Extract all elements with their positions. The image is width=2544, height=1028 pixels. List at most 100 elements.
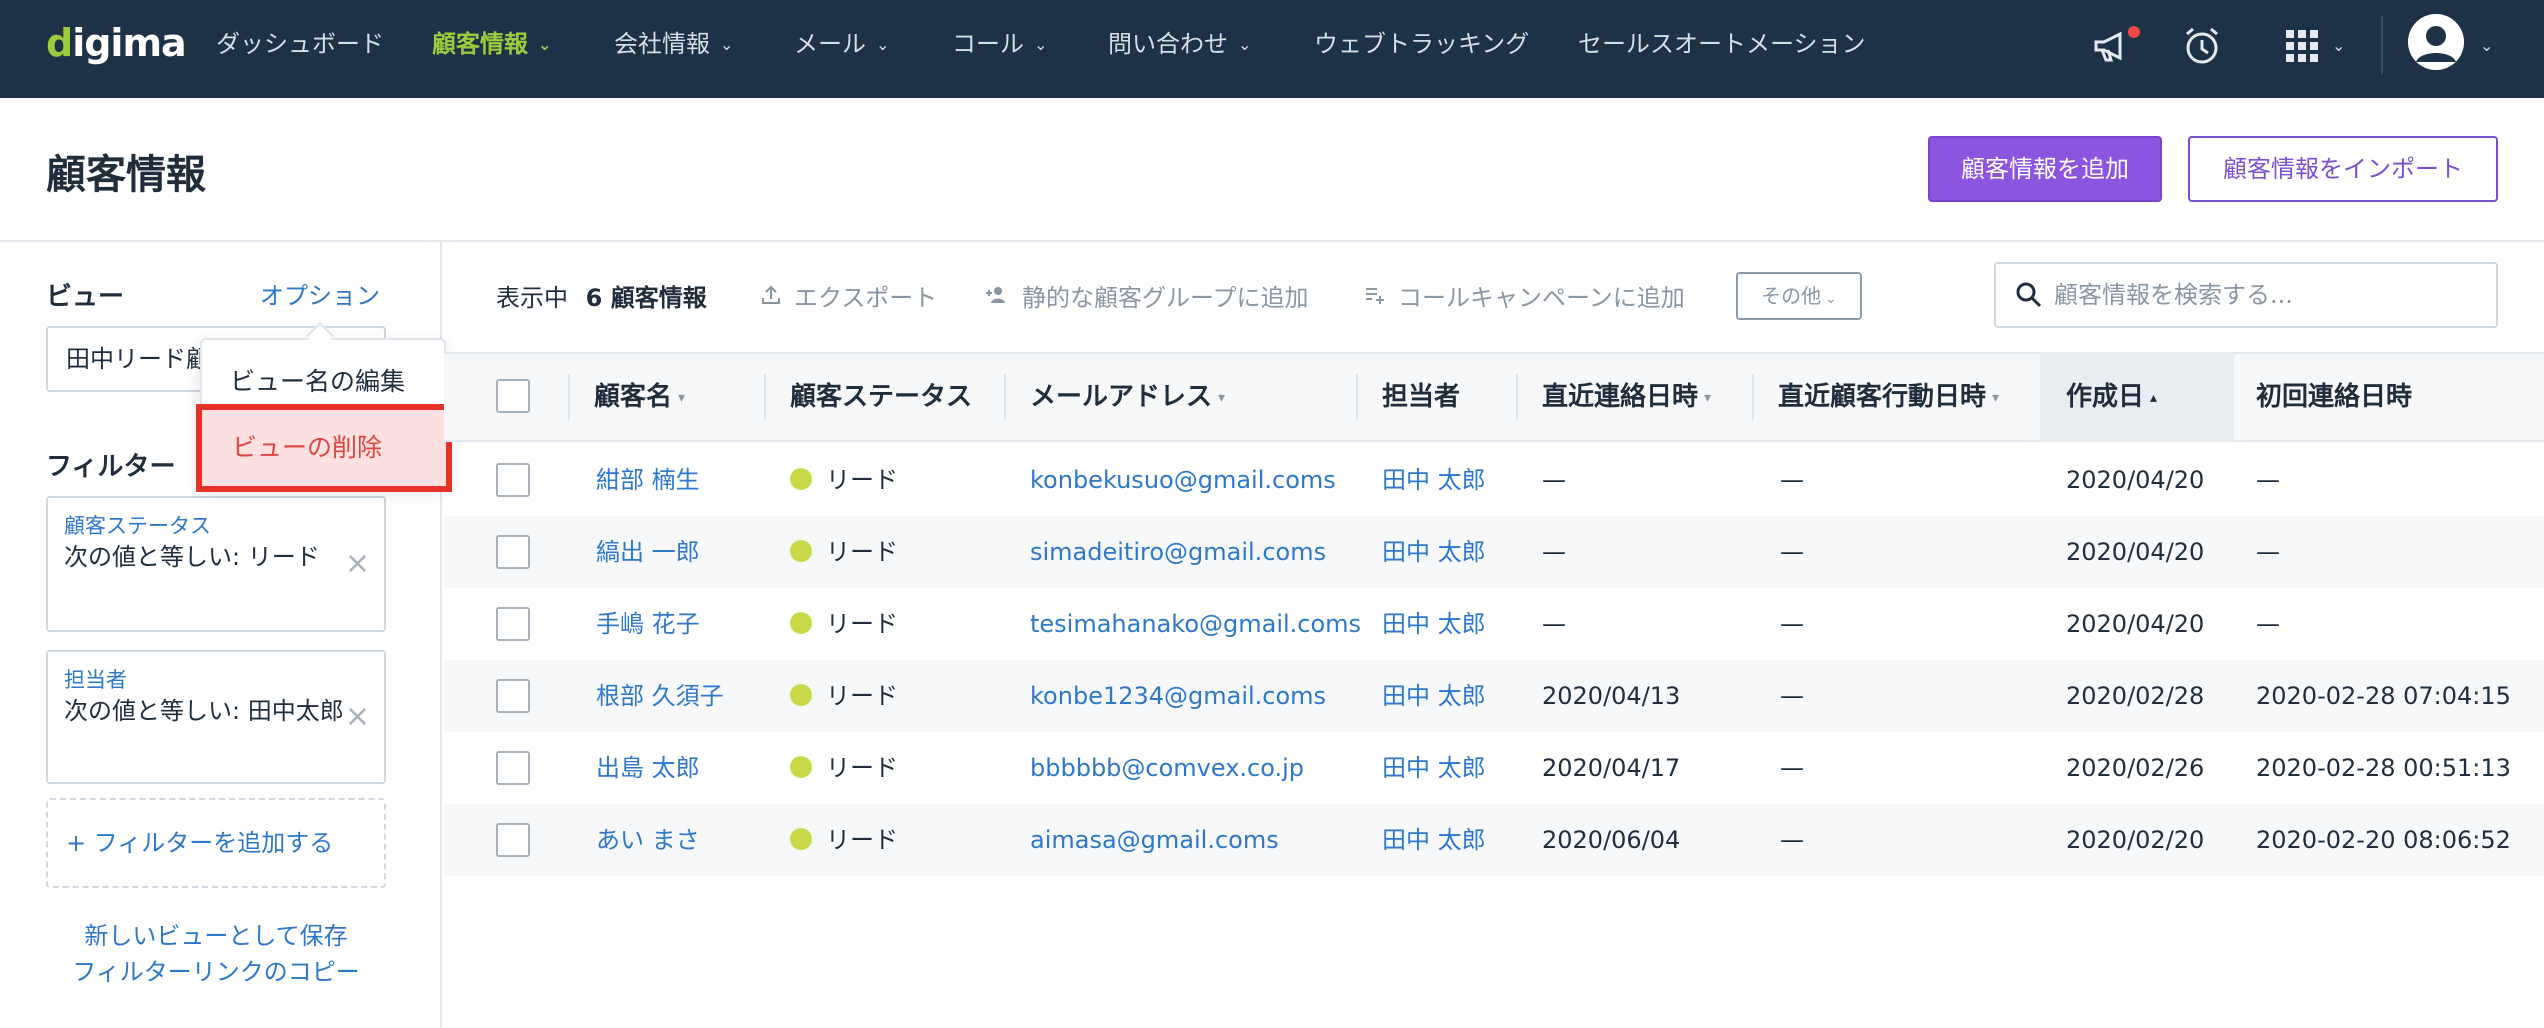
column-header-owner[interactable]: 担当者 [1382,352,1460,442]
table-row[interactable] [444,660,2544,732]
email-link[interactable]: konbe1234@gmail.coms [1030,660,1326,732]
last-activity-cell: — [1780,732,1804,804]
add-to-call-campaign-button[interactable]: コールキャンペーンに追加 [1364,278,1685,313]
customer-name-link[interactable]: 出島 太郎 [596,732,700,804]
search-box[interactable] [1994,262,2498,328]
last-activity-cell: — [1780,588,1804,660]
select-all-checkbox[interactable] [496,379,530,413]
search-input[interactable] [2054,274,2474,316]
export-button[interactable]: エクスポート [760,278,937,313]
table-row[interactable] [444,588,2544,660]
email-link[interactable]: aimasa@gmail.coms [1030,804,1279,876]
column-header-status[interactable]: 顧客ステータス [790,352,972,442]
alarm-clock-icon[interactable] [2178,22,2226,70]
last-contact-cell: — [1542,516,1566,588]
row-checkbox[interactable] [496,463,530,497]
add-to-static-group-button[interactable]: 静的な顧客グループに追加 [984,278,1309,313]
email-link[interactable]: simadeitiro@gmail.coms [1030,516,1326,588]
email-link-text: tesimahanako@gmail.coms [1030,610,1362,638]
table-row[interactable] [444,516,2544,588]
owner-link[interactable]: 田中 太郎 [1382,516,1486,588]
nav-companies[interactable]: 会社情報 ⌄ [614,26,733,62]
nav-sales-automation[interactable]: セールスオートメーション [1578,26,1866,62]
nav-customers[interactable]: 顧客情報 ⌄ [432,26,551,62]
column-divider [1356,374,1358,420]
chevron-down-icon[interactable]: ⌄ [2480,28,2493,64]
customer-name-link-text: 根部 久須子 [596,682,724,710]
lead-status-dot-icon [790,684,812,706]
more-dropdown-button[interactable]: その他 ⌄ [1736,272,1862,320]
close-icon[interactable]: × [345,546,370,582]
owner-link[interactable]: 田中 太郎 [1382,588,1486,660]
lead-status-dot-icon [790,756,812,778]
options-link[interactable]: オプション [260,276,380,311]
owner-link-text: 田中 太郎 [1382,610,1486,638]
nav-web-tracking[interactable]: ウェブトラッキング [1314,26,1529,62]
email-link[interactable]: tesimahanako@gmail.coms [1030,588,1361,660]
add-customer-button[interactable]: 顧客情報を追加 [1928,136,2162,202]
customer-name-link[interactable]: 紺部 楠生 [596,444,700,516]
save-as-new-view-link[interactable]: 新しいビューとして保存 [46,916,386,951]
import-customers-button[interactable]: 顧客情報をインポート [2188,136,2498,202]
column-header-label: 担当者 [1382,382,1461,412]
column-header-email[interactable]: メールアドレス ▾ [1030,352,1225,442]
avatar[interactable] [2408,14,2464,70]
chevron-down-icon[interactable]: ⌄ [2332,28,2345,64]
row-checkbox[interactable] [496,751,530,785]
filter-card-owner[interactable]: 担当者 次の値と等しい: 田中太郎 × [46,650,386,784]
created-date-cell-text: 2020/04/20 [2066,538,2205,566]
customer-name-link[interactable]: あい まさ [596,804,700,876]
customer-name-link[interactable]: 根部 久須子 [596,660,724,732]
row-checkbox[interactable] [496,535,530,569]
copy-filter-link[interactable]: フィルターリンクのコピー [46,952,386,987]
row-checkbox[interactable] [496,607,530,641]
close-icon[interactable]: × [345,699,370,735]
table-row[interactable] [444,732,2544,804]
nav-call[interactable]: コール ⌄ [952,26,1047,62]
last-contact-cell: 2020/04/13 [1542,660,1680,732]
apps-grid-icon[interactable] [2278,22,2326,70]
table-row[interactable] [444,804,2544,876]
email-link[interactable]: konbekusuo@gmail.coms [1030,444,1336,516]
email-link-text: simadeitiro@gmail.coms [1030,538,1327,566]
add-filter-button[interactable]: + フィルターを追加する [46,798,386,888]
customer-name-link[interactable]: 手嶋 花子 [596,588,700,660]
column-header-created[interactable]: 作成日 ▴ [2066,352,2157,442]
column-header-first-contact[interactable]: 初回連絡日時 [2256,352,2412,442]
owner-link[interactable]: 田中 太郎 [1382,804,1486,876]
nav-inquiries-label: 問い合わせ [1108,30,1228,58]
email-link[interactable]: bbbbbb@comvex.co.jp [1030,732,1304,804]
owner-link[interactable]: 田中 太郎 [1382,444,1486,516]
nav-inquiries[interactable]: 問い合わせ ⌄ [1108,26,1251,62]
sort-caret-icon: ▾ [1704,389,1712,406]
first-contact-cell-text: 2020-02-28 07:04:15 [2256,682,2511,710]
filter-name: 顧客ステータス [64,514,211,538]
add-list-icon [1364,284,1386,312]
owner-link[interactable]: 田中 太郎 [1382,732,1486,804]
nav-dashboard[interactable]: ダッシュボード [216,26,384,62]
row-checkbox[interactable] [496,679,530,713]
column-header-last-contact[interactable]: 直近連絡日時 ▾ [1542,352,1711,442]
column-header-last-activity[interactable]: 直近顧客行動日時 ▾ [1778,352,1999,442]
column-divider [1752,374,1754,420]
created-date-cell-text: 2020/04/20 [2066,610,2205,638]
edit-view-name-menu-item[interactable]: ビュー名の編集 [230,362,405,398]
column-header-label: 直近顧客行動日時 [1778,382,1987,412]
nav-dashboard-label: ダッシュボード [216,30,384,58]
owner-link[interactable]: 田中 太郎 [1382,660,1486,732]
nav-email[interactable]: メール ⌄ [794,26,889,62]
table-row[interactable] [444,444,2544,516]
delete-view-menu-item[interactable]: ビューの削除 [196,404,452,492]
row-checkbox[interactable] [496,823,530,857]
customer-status-text: リード [826,610,898,638]
delete-view-label: ビューの削除 [232,433,383,462]
showing-count: 表示中 6 顧客情報 [496,278,707,313]
digima-logo[interactable]: digima [46,18,187,68]
filter-card-status[interactable]: 顧客ステータス 次の値と等しい: リード × [46,496,386,632]
column-header-label: 作成日 [2066,382,2145,412]
created-date-cell-text: 2020/02/20 [2066,826,2205,854]
last-contact-cell-text: 2020/04/13 [1542,682,1681,710]
customer-name-link[interactable]: 縞出 一郎 [596,516,700,588]
showing-count-value: 6 顧客情報 [585,284,707,312]
column-header-name[interactable]: 顧客名 ▾ [594,352,685,442]
